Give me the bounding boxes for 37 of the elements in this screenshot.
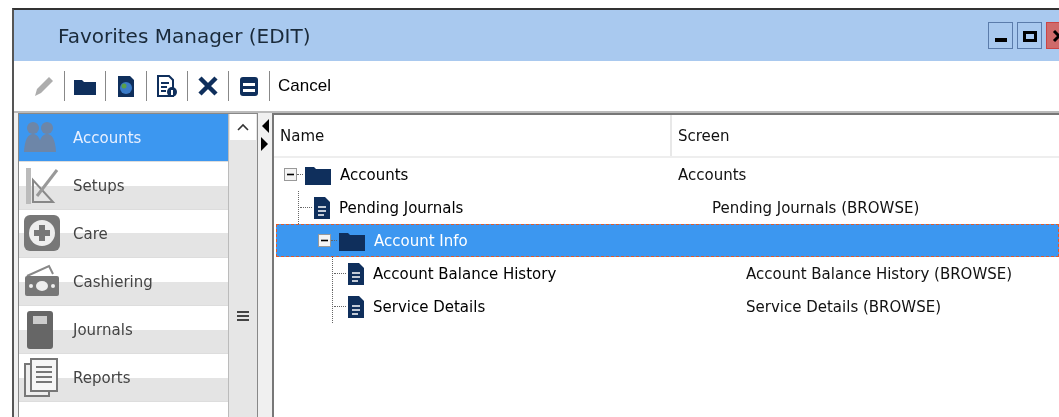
cancel-button[interactable]: Cancel: [276, 76, 333, 96]
tree-row[interactable]: Service Details Service Details (BROWSE): [276, 290, 1059, 323]
tree-row[interactable]: Account Balance History Account Balance History (BROWSE): [276, 257, 1059, 290]
tree-item-label: Account Info: [374, 231, 468, 250]
document-icon: [347, 294, 365, 319]
minimize-icon: [994, 37, 1007, 42]
screen-cell: Accounts: [678, 165, 747, 184]
tree-item-label: Accounts: [340, 165, 409, 184]
collapse-icon[interactable]: [318, 234, 331, 247]
medical-plus-icon: [23, 213, 61, 254]
tree-row[interactable]: Accounts Accounts: [276, 158, 1059, 191]
ruler-icon: [23, 165, 61, 206]
column-header[interactable]: Screen: [672, 115, 1059, 156]
delete-icon: [196, 74, 220, 98]
tree-row[interactable]: Pending Journals Pending Journals (BROWSE): [276, 191, 1059, 224]
maximize-button[interactable]: [1017, 22, 1042, 49]
tree-item-label: Account Balance History: [373, 264, 557, 283]
tree-item-label: Pending Journals: [339, 198, 464, 217]
document-icon: [313, 195, 331, 220]
maximize-icon: [1022, 28, 1037, 43]
tree-item-label: Service Details: [373, 297, 486, 316]
scrollbar[interactable]: [228, 114, 257, 417]
column-header[interactable]: Name: [274, 115, 672, 156]
reports-icon: [23, 357, 61, 398]
screen-cell: Service Details (BROWSE): [746, 297, 942, 316]
grip-icon[interactable]: [237, 310, 249, 322]
document-icon: [347, 261, 365, 286]
window-title: Favorites Manager (EDIT): [58, 23, 311, 48]
pencil-icon: [32, 74, 56, 98]
scroll-up-icon[interactable]: [230, 114, 256, 140]
document-info-icon: [155, 74, 179, 98]
screen-cell: Account Balance History (BROWSE): [746, 264, 1013, 283]
collapse-icon[interactable]: [284, 168, 297, 181]
screen-cell: Pending Journals (BROWSE): [712, 198, 920, 217]
splitter-arrows-icon[interactable]: [260, 117, 270, 153]
save-icon: [237, 74, 261, 98]
minimize-button[interactable]: [988, 22, 1013, 49]
